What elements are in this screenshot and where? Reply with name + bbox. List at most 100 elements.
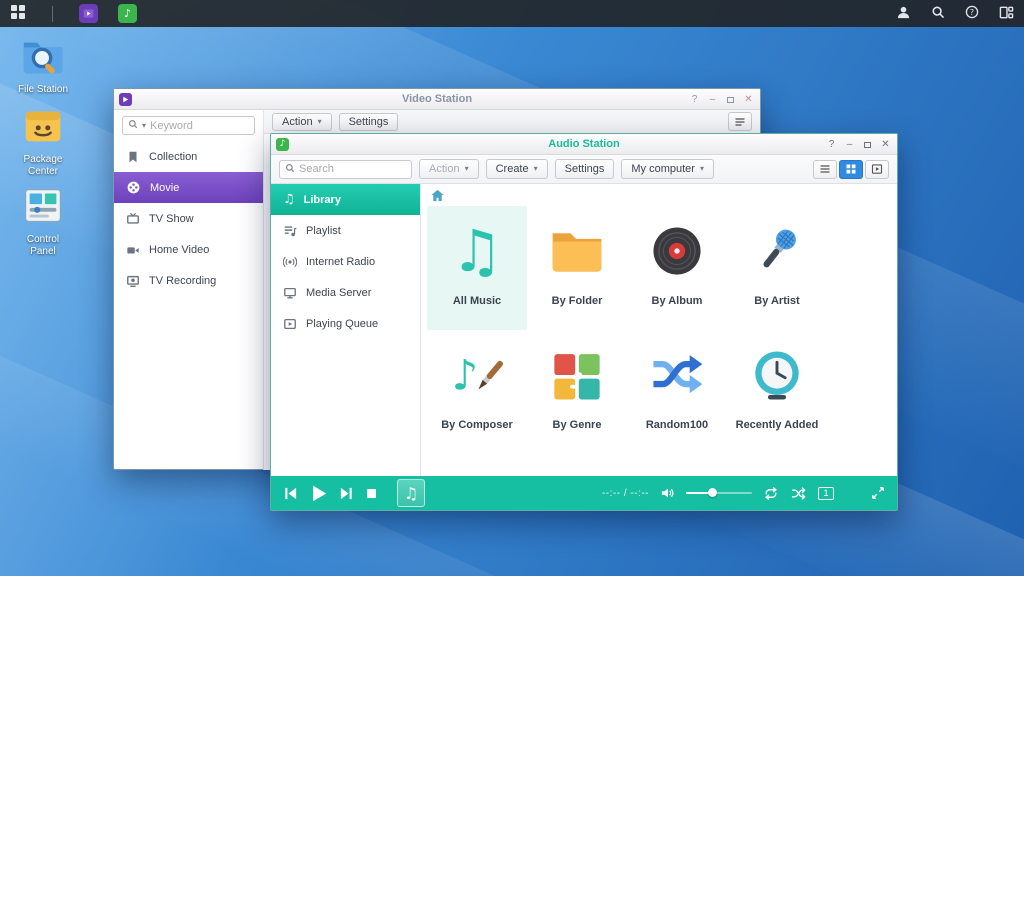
grid-item-by-artist[interactable]: By Artist bbox=[727, 206, 827, 330]
my-computer-dropdown[interactable]: My computer ▾ bbox=[621, 159, 714, 179]
file-station-icon bbox=[20, 33, 66, 82]
sidebar-item-tv-show[interactable]: TV Show bbox=[114, 203, 263, 234]
server-icon bbox=[283, 286, 297, 300]
sidebar-item-playing-queue[interactable]: Playing Queue bbox=[271, 308, 420, 339]
desktop-icon-label: Control Panel bbox=[16, 234, 70, 257]
search-button[interactable] bbox=[921, 0, 955, 27]
breadcrumb bbox=[421, 184, 897, 206]
grid-item-all-music[interactable]: ♫ All Music bbox=[427, 206, 527, 330]
skip-forward-icon bbox=[339, 486, 354, 501]
audio-search-box[interactable] bbox=[279, 160, 412, 179]
grid-item-label: By Genre bbox=[553, 419, 602, 431]
audio-station-sidebar: ♫ Library Playlist Internet Radio Media … bbox=[271, 184, 421, 477]
settings-button[interactable]: Settings bbox=[339, 113, 399, 131]
audio-station-titlebar[interactable]: ♪ Audio Station ? – ✕ bbox=[271, 134, 897, 155]
taskbar-app-video-station[interactable] bbox=[69, 0, 108, 27]
help-button[interactable]: ? bbox=[824, 138, 839, 152]
next-button[interactable] bbox=[339, 486, 354, 501]
sidebar-item-tv-recording[interactable]: TV Recording bbox=[114, 265, 263, 296]
sidebar-item-label: Playlist bbox=[306, 225, 341, 237]
home-icon[interactable] bbox=[430, 188, 445, 206]
grid-item-by-album[interactable]: By Album bbox=[627, 206, 727, 330]
minimize-player-button[interactable] bbox=[871, 486, 885, 500]
maximize-button[interactable] bbox=[723, 93, 738, 107]
desktop-icon-control-panel[interactable]: Control Panel bbox=[10, 183, 76, 257]
video-station-titlebar[interactable]: Video Station ? – ✕ bbox=[114, 89, 760, 110]
sidebar-item-internet-radio[interactable]: Internet Radio bbox=[271, 246, 420, 277]
close-button[interactable]: ✕ bbox=[878, 138, 893, 152]
grid-item-label: All Music bbox=[453, 295, 501, 307]
chevron-down-icon: ▾ bbox=[318, 118, 322, 126]
package-center-icon bbox=[20, 103, 66, 152]
main-menu-icon bbox=[10, 4, 26, 23]
help-menu-button[interactable]: ? bbox=[955, 0, 989, 27]
shuffle-button[interactable] bbox=[790, 486, 807, 501]
tv-icon bbox=[126, 212, 140, 226]
audio-search-input[interactable] bbox=[299, 163, 406, 175]
sidebar-item-collection[interactable]: Collection bbox=[114, 141, 263, 172]
taskbar-right: ? bbox=[886, 0, 1024, 27]
list-view-button[interactable] bbox=[813, 160, 837, 179]
sort-options-button[interactable] bbox=[728, 112, 752, 131]
desktop-icon-package-center[interactable]: Package Center bbox=[10, 103, 76, 177]
sidebar-item-library[interactable]: ♫ Library bbox=[271, 184, 420, 215]
library-grid: ♫ All Music By Folder By Album bbox=[421, 206, 897, 454]
volume-icon bbox=[660, 486, 675, 500]
widgets-button[interactable] bbox=[989, 0, 1024, 27]
close-button[interactable]: ✕ bbox=[741, 93, 756, 107]
sidebar-item-home-video[interactable]: Home Video bbox=[114, 234, 263, 265]
create-dropdown[interactable]: Create ▾ bbox=[486, 159, 548, 179]
desktop-icon-file-station[interactable]: File Station bbox=[10, 33, 76, 96]
mute-button[interactable] bbox=[660, 486, 675, 500]
taskbar-app-audio-station[interactable]: ♪ bbox=[108, 0, 147, 27]
video-search-box[interactable]: ▾ bbox=[122, 116, 255, 135]
cover-view-button[interactable] bbox=[865, 160, 889, 179]
volume-slider[interactable] bbox=[686, 488, 752, 498]
search-icon bbox=[128, 119, 138, 132]
sidebar-item-label: Home Video bbox=[149, 244, 209, 256]
grid-item-recently-added[interactable]: Recently Added bbox=[727, 330, 827, 454]
sidebar-item-media-server[interactable]: Media Server bbox=[271, 277, 420, 308]
sidebar-item-label: TV Show bbox=[149, 213, 194, 225]
play-icon bbox=[309, 484, 328, 503]
volume-knob[interactable] bbox=[708, 488, 717, 497]
grid-item-label: By Album bbox=[652, 295, 703, 307]
grid-item-by-genre[interactable]: ♪ By Genre bbox=[527, 330, 627, 454]
minimize-button[interactable]: – bbox=[842, 138, 857, 152]
playing-queue-icon bbox=[283, 317, 297, 331]
action-label: Action bbox=[429, 163, 460, 175]
action-dropdown[interactable]: Action ▾ bbox=[419, 159, 479, 179]
repeat-button[interactable] bbox=[763, 486, 779, 501]
sidebar-item-playlist[interactable]: Playlist bbox=[271, 215, 420, 246]
action-dropdown[interactable]: Action ▾ bbox=[272, 113, 332, 131]
user-menu-button[interactable] bbox=[886, 0, 921, 27]
grid-view-button[interactable] bbox=[839, 160, 863, 179]
list-lines-icon bbox=[734, 116, 746, 128]
cover-view-icon bbox=[871, 163, 883, 175]
grid-item-label: Recently Added bbox=[736, 419, 819, 431]
maximize-button[interactable] bbox=[860, 138, 875, 152]
audio-station-app-icon: ♪ bbox=[118, 4, 137, 23]
play-button[interactable] bbox=[309, 484, 328, 503]
player-right-controls: --:-- / --:-- 1 bbox=[602, 486, 885, 501]
video-camera-icon bbox=[126, 243, 140, 257]
previous-button[interactable] bbox=[283, 486, 298, 501]
main-menu-button[interactable] bbox=[0, 0, 36, 27]
video-search-input[interactable] bbox=[150, 120, 249, 132]
audio-station-window: ♪ Audio Station ? – ✕ Action ▾ Create ▾ … bbox=[270, 133, 898, 511]
grid-item-random100[interactable]: Random100 bbox=[627, 330, 727, 454]
video-station-app-icon bbox=[79, 4, 98, 23]
taskbar: ♪ ? bbox=[0, 0, 1024, 27]
minimize-button[interactable]: – bbox=[705, 93, 720, 107]
settings-button[interactable]: Settings bbox=[555, 159, 615, 179]
player-bar: ♫ --:-- / --:-- 1 bbox=[271, 476, 897, 510]
stop-icon bbox=[365, 487, 378, 500]
help-button[interactable]: ? bbox=[687, 93, 702, 107]
grid-item-by-folder[interactable]: By Folder bbox=[527, 206, 627, 330]
video-station-icon bbox=[119, 93, 132, 106]
grid-item-by-composer[interactable]: ♪ By Composer bbox=[427, 330, 527, 454]
now-playing-thumbnail[interactable]: ♫ bbox=[397, 479, 425, 507]
stop-button[interactable] bbox=[365, 487, 378, 500]
instant-search-toggle[interactable]: 1 bbox=[818, 487, 834, 500]
sidebar-item-movie[interactable]: Movie bbox=[114, 172, 263, 203]
